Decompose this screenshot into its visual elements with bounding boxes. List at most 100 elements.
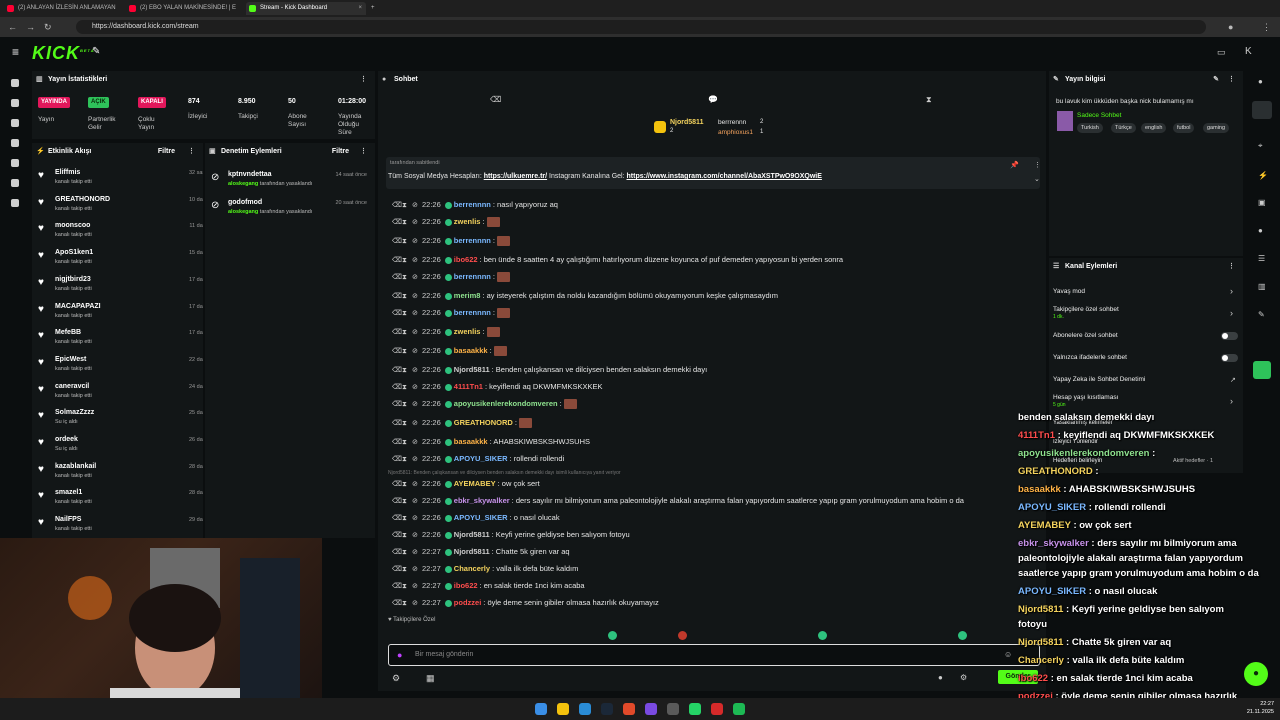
avatar[interactable]: ● <box>1228 21 1233 33</box>
chat-username[interactable]: AYEMABEY <box>454 479 496 488</box>
timeout-icon[interactable]: ⧗ <box>402 364 408 378</box>
community-icon[interactable] <box>11 179 19 187</box>
timeout-icon[interactable]: ⧗ <box>402 597 408 611</box>
trophy-icon[interactable] <box>11 119 19 127</box>
chat-bubble-icon[interactable]: ● <box>938 673 943 682</box>
timeout-icon[interactable]: ⧗ <box>402 254 408 268</box>
action-followers-only[interactable]: Takipçilere özel sohbet 1 dk. <box>1053 306 1119 320</box>
trash-icon[interactable]: ⌫ <box>392 495 402 509</box>
chat-message[interactable]: ⌫⧗ ⊘ 22:26 zwenlis: <box>392 325 500 339</box>
trash-icon[interactable]: ⌫ <box>392 216 402 230</box>
chevron-right-icon[interactable]: › <box>1230 286 1233 296</box>
chat-username[interactable]: podzzei <box>454 598 482 607</box>
folder-icon[interactable] <box>557 703 569 715</box>
action-ai-moderation[interactable]: Yapay Zeka ile Sohbet Denetimi <box>1053 376 1145 383</box>
kick-logo[interactable]: KICKBETA <box>32 43 95 64</box>
ban-icon[interactable]: ⊘ <box>412 563 418 577</box>
ban-icon[interactable]: ⊘ <box>412 307 418 321</box>
chat-bubble-icon[interactable]: ● <box>1244 662 1268 686</box>
new-tab-button[interactable]: + <box>368 2 382 15</box>
pinned-link[interactable]: https://www.instagram.com/channel/AbaXST… <box>627 173 822 180</box>
chat-username[interactable]: Njord5811 <box>454 547 490 556</box>
external-link-icon[interactable]: ↗ <box>1230 376 1236 384</box>
app-icon[interactable] <box>667 703 679 715</box>
back-icon[interactable]: ← <box>8 21 17 33</box>
list-item[interactable]: ♥ Eliffmis kanalı takip etti 32 saniye önce <box>38 167 203 193</box>
timeout-icon[interactable]: ⧗ <box>402 199 408 213</box>
chat-message[interactable]: ⌫⧗ ⊘ 22:27 ibo622: en salak tierde 1nci kim… <box>392 579 585 593</box>
list-item[interactable]: ♥ smazel1 kanalı takip etti 28 dakika önce <box>38 487 203 513</box>
chat-username[interactable]: zwenlis <box>454 217 481 226</box>
chat-username[interactable]: ebkr_skywalker <box>454 496 510 505</box>
trash-icon[interactable]: ⌫ <box>392 478 402 492</box>
list-item[interactable]: ⊘ godofmod aloskegang tarafından yasakla… <box>211 197 371 223</box>
action-slow-mode[interactable]: Yavaş mod <box>1053 288 1085 295</box>
action-account-age[interactable]: Hesap yaşı kısıtlaması 5 gün <box>1053 394 1118 408</box>
ban-icon[interactable]: ⊘ <box>412 436 418 450</box>
trash-icon[interactable]: ⌫ <box>392 326 402 340</box>
list-item[interactable]: ♥ MACAPAPAZI kanalı takip etti 17 dakika ön… <box>38 301 203 327</box>
chat-username[interactable]: APOYU_SIKER <box>454 454 508 463</box>
list-item[interactable]: ♥ moonscoo kanalı takip etti 11 dakika önce <box>38 220 203 246</box>
info-icon[interactable]: ● <box>1258 77 1263 86</box>
bolt-icon[interactable]: ⚡ <box>1258 171 1268 180</box>
mic-icon[interactable]: ● <box>397 650 402 660</box>
trash-icon[interactable]: ⌫ <box>392 597 402 611</box>
timeout-icon[interactable]: ⧗ <box>402 381 408 395</box>
ban-icon[interactable]: ⊘ <box>412 417 418 431</box>
list-item[interactable]: ♥ nigjtbird23 kanalı takip etti 17 dakika ö… <box>38 274 203 300</box>
chat-message[interactable]: ⌫⧗ ⊘ 22:26 APOYU_SIKER: o nasıl olucak <box>392 511 560 525</box>
chat-message[interactable]: ⌫⧗ ⊘ 22:26 zwenlis: <box>392 215 500 229</box>
timeout-icon[interactable]: ⧗ <box>402 512 408 526</box>
trash-icon[interactable]: ⌫ <box>392 364 402 378</box>
chat-username[interactable]: berrennnn <box>454 308 491 317</box>
trash-icon[interactable]: ⌫ <box>392 546 402 560</box>
layout-icon[interactable]: ▭ <box>1217 47 1226 58</box>
kebab-icon[interactable]: ⋮ <box>1228 258 1235 276</box>
chat-message[interactable]: ⌫⧗ ⊘ 22:26 berrennnn: <box>392 270 511 284</box>
gear-icon[interactable]: ⚙ <box>960 673 967 682</box>
timeout-icon[interactable]: ⧗ <box>402 478 408 492</box>
chevron-down-icon[interactable]: ⌄ <box>1034 175 1040 183</box>
chat-message[interactable]: ⌫⧗ ⊘ 22:26 merim8: ay isteyerek çalıştım da… <box>392 289 778 303</box>
chat-input[interactable]: ● Bir mesaj gönderin ☺ <box>388 644 1040 666</box>
trash-icon[interactable]: ⌫ <box>392 254 402 268</box>
chat-message[interactable]: ⌫⧗ ⊘ 22:26 berrennnn: <box>392 306 511 321</box>
crosshair-icon[interactable]: ⌖ <box>1258 141 1263 151</box>
list-item[interactable]: ♥ NailFPS kanalı takip etti 29 dakika önce <box>38 514 203 538</box>
timeout-icon[interactable]: ⧗ <box>402 398 408 412</box>
ban-icon[interactable]: ⊘ <box>412 546 418 560</box>
kebab-icon[interactable]: ⋮ <box>1228 71 1235 89</box>
ban-icon[interactable]: ⊘ <box>412 216 418 230</box>
filter-button[interactable]: Filtre <box>158 143 175 161</box>
trash-icon[interactable]: ⌫ <box>392 290 402 304</box>
action-subscribers-only[interactable]: Abonelere özel sohbet <box>1053 332 1118 339</box>
timeout-icon[interactable]: ⧗ <box>402 495 408 509</box>
action-emotes-only[interactable]: Yalnızca ifadelerle sohbet <box>1053 354 1127 361</box>
kick-k-icon[interactable]: K <box>1245 46 1252 57</box>
chat-icon[interactable]: ● <box>1258 226 1263 235</box>
list-item[interactable]: ♥ ApoS1ken1 kanalı takip etti 15 dakika önc… <box>38 247 203 273</box>
trash-icon[interactable]: ⌫ <box>392 398 402 412</box>
emote-icon[interactable] <box>818 631 827 640</box>
chat-username[interactable]: 4111Tn1 <box>454 382 483 391</box>
stats-icon[interactable]: ▥ <box>1258 282 1266 291</box>
top-user[interactable]: Njord5811 <box>670 119 703 126</box>
sliders-icon[interactable]: ☰ <box>1258 254 1265 263</box>
hamburger-icon[interactable]: ≡ <box>12 45 19 59</box>
kebab-icon[interactable]: ⋮ <box>360 143 367 161</box>
list-item[interactable]: ⊘ kptnvndettaa aloskegang tarafından yas… <box>211 169 371 195</box>
chat-username[interactable]: Njord5811 <box>454 530 490 539</box>
chat-username[interactable]: APOYU_SIKER <box>454 513 508 522</box>
url-field[interactable]: https://dashboard.kick.com/stream <box>76 20 1206 34</box>
timeout-icon[interactable]: ⧗ <box>402 563 408 577</box>
clock[interactable]: 22:27 21.11.2025 <box>1238 700 1274 716</box>
kebab-icon[interactable]: ⋮ <box>1034 161 1041 169</box>
close-icon[interactable]: × <box>358 2 362 15</box>
trash-icon[interactable]: ⌫ <box>392 563 402 577</box>
emotes-only-toggle[interactable] <box>1221 354 1238 362</box>
chat-bubble-icon[interactable]: 💬 <box>708 95 718 104</box>
chat-message[interactable]: ⌫⧗ ⊘ 22:26 ebkr_skywalker: ders sayılır mı … <box>392 494 964 508</box>
ban-icon[interactable]: ⊘ <box>412 453 418 467</box>
top-user[interactable]: amphioxus1 <box>718 129 753 136</box>
